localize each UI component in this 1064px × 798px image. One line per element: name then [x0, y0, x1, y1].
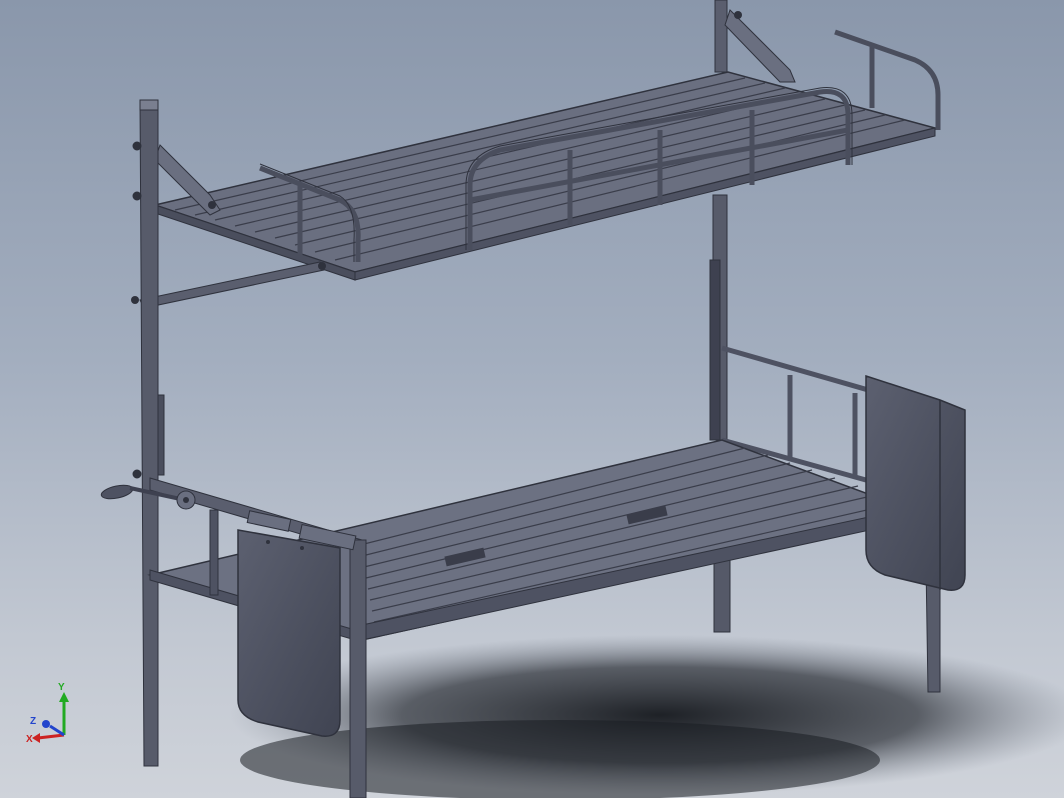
top-bunk	[131, 9, 941, 309]
bunk-bed-model[interactable]	[0, 0, 1064, 798]
left-fold-panel	[237, 529, 341, 737]
3d-graphics-viewport[interactable]: Y Z X	[0, 0, 1064, 798]
front-left-post	[132, 99, 165, 767]
right-fold-panel	[865, 374, 966, 591]
axis-y-label: Y	[58, 682, 65, 693]
axis-z-label: Z	[30, 716, 36, 727]
axis-x-label: X	[26, 734, 33, 745]
coordinate-triad: Y Z X	[26, 682, 69, 745]
